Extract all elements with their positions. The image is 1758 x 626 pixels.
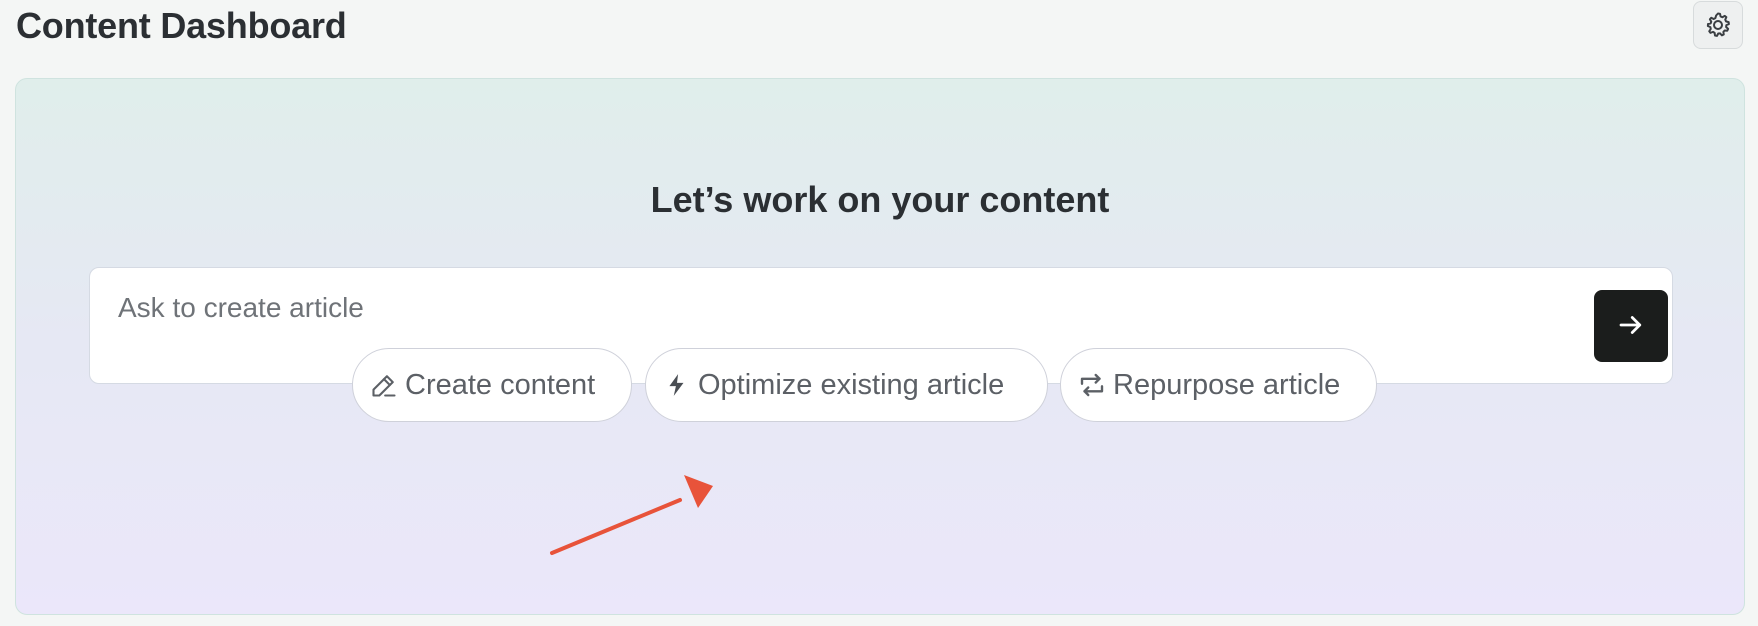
- optimize-article-button[interactable]: Optimize existing article: [645, 348, 1048, 422]
- page-title: Content Dashboard: [16, 5, 347, 46]
- repeat-icon: [1077, 370, 1107, 400]
- arrow-right-icon: [1616, 310, 1646, 343]
- optimize-article-label: Optimize existing article: [698, 369, 1005, 401]
- pencil-icon: [369, 370, 399, 400]
- create-content-label: Create content: [405, 369, 596, 401]
- hero-heading: Let’s work on your content: [650, 179, 1110, 220]
- create-content-button[interactable]: Create content: [352, 348, 632, 422]
- send-button[interactable]: [1594, 290, 1668, 362]
- lightning-icon: [662, 370, 692, 400]
- gear-icon: [1703, 10, 1733, 40]
- hero-card: Let’s work on your content: [15, 78, 1745, 615]
- settings-button[interactable]: [1693, 1, 1743, 49]
- repurpose-article-button[interactable]: Repurpose article: [1060, 348, 1377, 422]
- repurpose-article-label: Repurpose article: [1113, 369, 1341, 401]
